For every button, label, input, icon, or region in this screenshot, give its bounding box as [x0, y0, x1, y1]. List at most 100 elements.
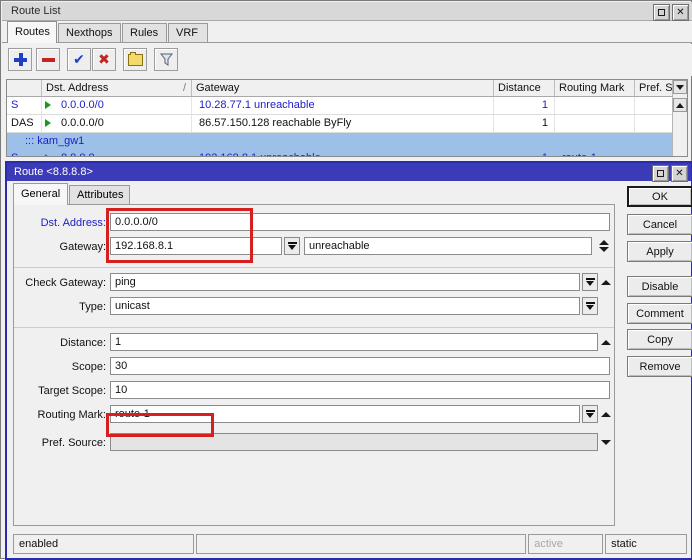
table-row[interactable]: S 0.0.0.0/0 10.28.77.1 unreachable 1	[7, 97, 687, 114]
apply-button[interactable]: Apply	[627, 241, 692, 262]
routing-mark-dropdown-button[interactable]	[582, 405, 598, 423]
column-header-flags[interactable]	[7, 80, 42, 96]
routing-mark-input[interactable]: route-1	[110, 405, 580, 423]
gateway-stepper[interactable]	[598, 237, 609, 255]
remove-button[interactable]: Remove	[627, 356, 692, 377]
ok-button[interactable]: OK	[627, 186, 692, 207]
column-header-routing-mark[interactable]: Routing Mark	[555, 80, 635, 96]
label-check-gateway: Check Gateway:	[25, 277, 106, 289]
label-gateway: Gateway:	[59, 241, 106, 253]
maximize-button[interactable]	[653, 4, 670, 21]
gateway-input[interactable]: 192.168.8.1	[110, 237, 282, 255]
dialog-maximize-button[interactable]	[652, 165, 669, 182]
label-target-scope: Target Scope:	[38, 385, 106, 397]
add-button[interactable]	[8, 48, 32, 71]
tab-rules-label: Rules	[130, 27, 159, 39]
field-row-target-scope: Target Scope: 10	[14, 381, 614, 403]
type-dropdown-button[interactable]	[582, 297, 598, 315]
column-header-distance[interactable]: Distance	[494, 80, 555, 96]
cell-distance: 1	[541, 117, 548, 129]
comment-button[interactable]	[123, 48, 147, 71]
tab-nexthops-label: Nexthops	[66, 27, 113, 39]
distance-stepper[interactable]	[600, 333, 611, 351]
remove-button[interactable]	[36, 48, 60, 71]
distance-input[interactable]: 1	[110, 333, 598, 351]
cell-gateway: 86.57.150.128 reachable ByFly	[199, 117, 352, 129]
sort-indicator-icon: /	[182, 82, 186, 94]
label-distance: Distance:	[60, 337, 106, 349]
close-icon: ✕	[675, 167, 684, 179]
route-flag-icon	[45, 119, 51, 127]
cell-routing-mark: route-1	[558, 150, 634, 156]
tab-attributes[interactable]: Attributes	[69, 185, 130, 205]
cell-dst-address: 8.8.8.8	[45, 150, 191, 156]
status-enabled: enabled	[13, 534, 194, 554]
scroll-up-button[interactable]	[673, 98, 687, 112]
column-header-dst-address[interactable]: Dst. Address /	[42, 80, 192, 96]
check-gateway-expand[interactable]	[600, 273, 611, 291]
label-scope: Scope:	[71, 361, 106, 373]
cell-flags: DAS	[11, 117, 34, 129]
table-header: Dst. Address / Gateway Distance Routing …	[7, 80, 687, 97]
chevron-down-icon	[287, 241, 297, 251]
check-gateway-input[interactable]: ping	[110, 273, 580, 291]
label-type: Type:	[79, 301, 106, 313]
type-input[interactable]: unicast	[110, 297, 580, 315]
check-icon: ✔	[73, 51, 85, 68]
gateway-dropdown-button[interactable]	[284, 237, 300, 255]
disable-button[interactable]: Disable	[627, 276, 692, 297]
table-scrollbar[interactable]	[672, 80, 687, 156]
route-list-application: Route List ✕ Routes Nexthops Rules VRF ✔	[0, 0, 692, 560]
tab-vrf[interactable]: VRF	[168, 23, 208, 43]
pref-source-input[interactable]	[110, 433, 598, 451]
column-header-gateway[interactable]: Gateway	[192, 80, 494, 96]
target-scope-input[interactable]: 10	[110, 381, 610, 399]
copy-button[interactable]: Copy	[627, 329, 692, 350]
cancel-button[interactable]: Cancel	[627, 214, 692, 235]
field-row-gateway: Gateway: 192.168.8.1 unreachable	[14, 237, 614, 259]
chevron-up-icon	[598, 240, 609, 245]
tab-general[interactable]: General	[13, 183, 68, 205]
dialog-general-panel: Dst. Address: 0.0.0.0/0 Gateway: 192.168…	[13, 204, 615, 526]
routing-mark-expand[interactable]	[600, 405, 611, 423]
disable-button[interactable]: ✖	[92, 48, 116, 71]
column-header-pref-source[interactable]: Pref. So	[635, 80, 672, 96]
section-divider	[14, 267, 614, 268]
route-flag-icon	[45, 154, 51, 156]
pref-source-expand[interactable]	[600, 433, 611, 451]
scroll-menu-button[interactable]	[673, 80, 687, 94]
filter-button[interactable]	[154, 48, 178, 71]
cell-dst-address: 0.0.0.0/0	[45, 97, 191, 114]
chevron-up-icon	[676, 102, 684, 108]
tab-rules[interactable]: Rules	[122, 23, 167, 43]
field-row-distance: Distance: 1	[14, 333, 614, 355]
close-button[interactable]: ✕	[672, 4, 689, 21]
table-row[interactable]: S 8.8.8.8 192.168.8.1 unreachable 1 rout…	[7, 150, 687, 156]
toolbar: ✔ ✖ Find all	[2, 44, 692, 113]
dialog-status-bar: enabled active static	[13, 534, 689, 554]
cell-dst-address: 0.0.0.0/0	[45, 115, 191, 132]
tab-nexthops[interactable]: Nexthops	[58, 23, 121, 43]
x-icon: ✖	[98, 51, 110, 68]
window-title-bar: Route List ✕	[2, 2, 692, 21]
dst-address-input[interactable]: 0.0.0.0/0	[110, 213, 610, 231]
chevron-up-icon	[600, 339, 611, 345]
tab-routes-label: Routes	[15, 26, 50, 38]
field-row-routing-mark: Routing Mark: route-1	[14, 405, 614, 427]
enable-button[interactable]: ✔	[67, 48, 91, 71]
cell-distance: 1	[494, 150, 553, 156]
main-window: Route List ✕ Routes Nexthops Rules VRF ✔	[0, 0, 692, 560]
tab-routes[interactable]: Routes	[7, 21, 57, 43]
scope-input[interactable]: 30	[110, 357, 610, 375]
table-row[interactable]: DAS 0.0.0.0/0 86.57.150.128 reachable By…	[7, 115, 687, 132]
field-row-pref-source: Pref. Source:	[14, 433, 614, 455]
check-gateway-dropdown-button[interactable]	[582, 273, 598, 291]
cell-distance: 1	[541, 99, 548, 111]
dialog-close-button[interactable]: ✕	[671, 165, 688, 182]
plus-icon	[13, 53, 27, 66]
comment-button[interactable]: Comment	[627, 303, 692, 324]
minus-icon	[41, 57, 55, 62]
chevron-down-icon	[600, 439, 611, 445]
main-tab-strip: Routes Nexthops Rules VRF	[2, 21, 692, 43]
table-row-comment[interactable]: ::: kam_gw1	[7, 133, 687, 150]
